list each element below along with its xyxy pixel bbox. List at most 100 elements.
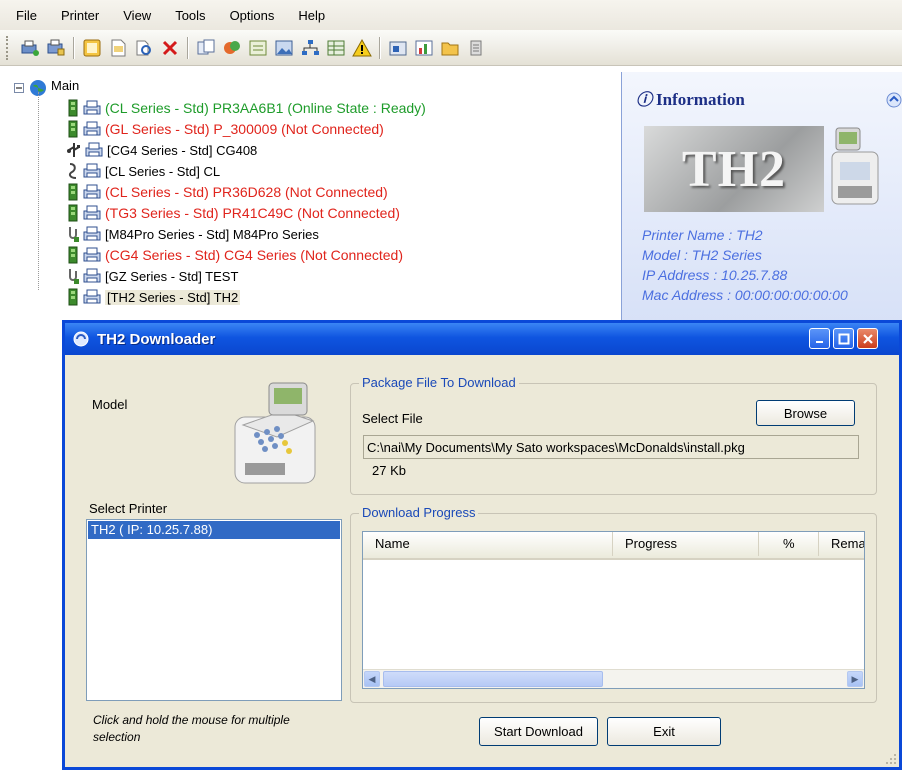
tree-item[interactable]: (TG3 Series - Std) PR41C49C (Not Connect… <box>66 203 400 223</box>
delete-icon[interactable] <box>159 37 181 59</box>
download-list[interactable]: Name Progress % Rema ◀ ▶ <box>362 531 865 689</box>
model-label: Model <box>92 397 128 412</box>
printer-settings-icon[interactable] <box>45 37 67 59</box>
chart-icon[interactable] <box>413 37 435 59</box>
serial-connection-icon <box>66 162 80 180</box>
minimize-button[interactable] <box>809 328 830 349</box>
printer-image <box>831 127 879 205</box>
printer-icon <box>83 163 101 179</box>
network-connection-icon <box>66 183 80 201</box>
horizontal-scrollbar[interactable]: ◀ ▶ <box>363 669 864 688</box>
add-printer-icon[interactable] <box>19 37 41 59</box>
image-icon[interactable] <box>273 37 295 59</box>
file-path-field[interactable]: C:\nai\My Documents\My Sato workspaces\M… <box>363 435 859 459</box>
tree-item[interactable]: (GL Series - Std) P_300009 (Not Connecte… <box>66 119 384 139</box>
maximize-button[interactable] <box>833 328 854 349</box>
network-connection-icon <box>66 288 80 306</box>
network-icon[interactable] <box>299 37 321 59</box>
menu-bar: File Printer View Tools Options Help <box>0 0 902 30</box>
tree-root[interactable]: Main <box>14 78 79 98</box>
menu-file[interactable]: File <box>16 8 37 23</box>
menu-view[interactable]: View <box>123 8 151 23</box>
printer-icon <box>83 100 101 116</box>
menu-tools[interactable]: Tools <box>175 8 205 23</box>
information-panel: ⓘ Information TH2 Printer Name : TH2 Mode… <box>621 72 902 332</box>
grid-icon[interactable] <box>325 37 347 59</box>
network-connection-icon <box>66 246 80 264</box>
selection-hint-line1: Click and hold the mouse for multiple <box>93 713 290 727</box>
dialog-title: TH2 Downloader <box>97 330 216 348</box>
selection-hint-line2: selection <box>93 730 141 744</box>
printer-icon <box>83 268 101 284</box>
open-file-icon[interactable] <box>81 37 103 59</box>
printer-icon <box>83 247 101 263</box>
printer-icon <box>83 289 101 305</box>
tree-item[interactable]: [TH2 Series - Std] TH2 <box>66 287 241 307</box>
tree-item-label: (GL Series - Std) P_300009 (Not Connecte… <box>105 121 384 137</box>
printer-list-item[interactable]: TH2 ( IP: 10.25.7.88) <box>88 521 340 539</box>
warning-icon[interactable] <box>351 37 373 59</box>
printer-icon <box>85 142 103 158</box>
information-title: Information <box>656 90 745 109</box>
parallel-connection-icon <box>66 225 80 243</box>
tree-item-label: [CG4 Series - Std] CG408 <box>107 142 258 158</box>
tree-item[interactable]: [M84Pro Series - Std] M84Pro Series <box>66 224 319 244</box>
tree-item-label: (CL Series - Std) PR36D628 (Not Connecte… <box>105 184 388 200</box>
collapse-panel-icon[interactable] <box>886 92 902 108</box>
menu-help[interactable]: Help <box>298 8 325 23</box>
menu-options[interactable]: Options <box>230 8 275 23</box>
file-size-label: 27 Kb <box>372 463 406 478</box>
copy-icon[interactable] <box>195 37 217 59</box>
tree-item[interactable]: (CL Series - Std) PR36D628 (Not Connecte… <box>66 182 388 202</box>
tree-connector <box>38 92 40 290</box>
column-remaining[interactable]: Rema <box>819 532 864 556</box>
toolbar-grip[interactable] <box>6 35 11 60</box>
dialog-titlebar[interactable]: TH2 Downloader <box>65 323 899 355</box>
close-button[interactable] <box>857 328 878 349</box>
app-icon <box>73 331 89 347</box>
column-progress[interactable]: Progress <box>613 532 759 556</box>
form-icon[interactable] <box>247 37 269 59</box>
menu-printer[interactable]: Printer <box>61 8 99 23</box>
tree-item-label: (CG4 Series - Std) CG4 Series (Not Conne… <box>105 247 403 263</box>
tree-item-label: [GZ Series - Std] TEST <box>105 268 239 284</box>
tree-item[interactable]: [CG4 Series - Std] CG408 <box>66 140 257 160</box>
collapse-icon[interactable] <box>14 83 24 93</box>
printer-icon <box>83 226 101 242</box>
folder-icon[interactable] <box>439 37 461 59</box>
select-file-label: Select File <box>362 411 423 426</box>
usb-connection-icon <box>66 141 82 159</box>
resize-grip-icon[interactable] <box>885 753 897 765</box>
tree-item[interactable]: (CG4 Series - Std) CG4 Series (Not Conne… <box>66 245 403 265</box>
browse-button[interactable]: Browse <box>756 400 855 426</box>
printer-logo: TH2 <box>644 126 824 212</box>
paint-icon[interactable] <box>221 37 243 59</box>
printer-model-image <box>234 382 316 484</box>
tree-item-label: [TH2 Series - Std] TH2 <box>105 289 241 305</box>
find-icon[interactable] <box>133 37 155 59</box>
model-field: Model : TH2 Series <box>642 247 762 263</box>
page-icon[interactable] <box>107 37 129 59</box>
printer-name-field: Printer Name : TH2 <box>642 227 763 243</box>
printer-icon <box>83 121 101 137</box>
start-download-button[interactable]: Start Download <box>479 717 598 746</box>
tree-item[interactable]: (CL Series - Std) PR3AA6B1 (Online State… <box>66 98 426 118</box>
list-icon[interactable] <box>465 37 487 59</box>
scroll-right-icon[interactable]: ▶ <box>847 671 863 687</box>
tree-item-label: (TG3 Series - Std) PR41C49C (Not Connect… <box>105 205 400 221</box>
tree-item[interactable]: [CL Series - Std] CL <box>66 161 220 181</box>
ip-address-field: IP Address : 10.25.7.88 <box>642 267 788 283</box>
column-percent[interactable]: % <box>759 532 819 556</box>
info-icon: ⓘ <box>636 92 653 109</box>
column-name[interactable]: Name <box>363 532 613 556</box>
scroll-left-icon[interactable]: ◀ <box>364 671 380 687</box>
network-connection-icon <box>66 204 80 222</box>
download-list-header: Name Progress % Rema <box>363 532 864 560</box>
printer-list[interactable]: TH2 ( IP: 10.25.7.88) <box>86 519 342 701</box>
tree-item[interactable]: [GZ Series - Std] TEST <box>66 266 238 286</box>
toolbar <box>0 30 902 66</box>
download-icon[interactable] <box>387 37 409 59</box>
exit-button[interactable]: Exit <box>607 717 721 746</box>
printer-icon <box>83 184 101 200</box>
scrollbar-thumb[interactable] <box>383 671 603 687</box>
